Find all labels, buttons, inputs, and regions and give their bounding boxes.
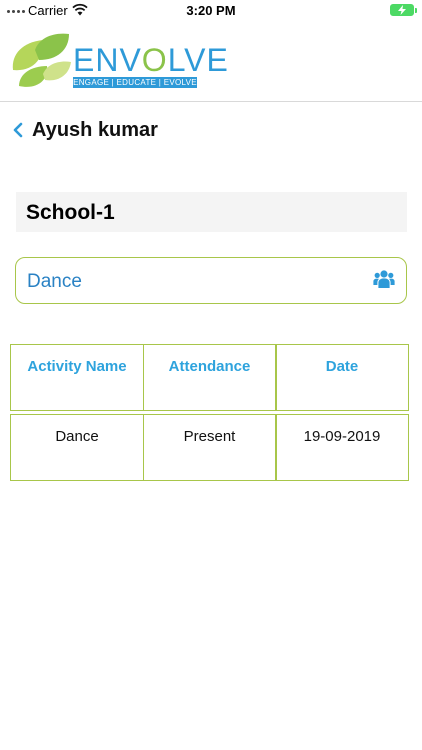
chevron-left-icon[interactable] <box>10 122 26 138</box>
back-nav[interactable]: Ayush kumar <box>10 116 158 144</box>
leaves-logo-icon <box>12 33 71 87</box>
column-header-date: Date <box>275 344 409 411</box>
cell-attendance: Present <box>142 414 277 481</box>
school-panel: School-1 <box>16 192 407 232</box>
activity-selected-value: Dance <box>27 271 82 292</box>
clock: 3:20 PM <box>186 3 236 18</box>
column-header-activity-name: Activity Name <box>10 344 144 411</box>
column-header-attendance: Attendance <box>142 344 277 411</box>
table-row: Dance Present 19-09-2019 <box>10 414 412 481</box>
group-icon[interactable] <box>373 268 395 290</box>
app-header: ENVOLVE ENGAGE | EDUCATE | EVOLVE <box>0 22 422 102</box>
school-name: School-1 <box>26 201 115 224</box>
cell-activity-name: Dance <box>10 414 144 481</box>
battery-charging-icon <box>390 4 417 16</box>
logo-tagline: ENGAGE | EDUCATE | EVOLVE <box>73 77 197 88</box>
student-name-title: Ayush kumar <box>32 118 158 141</box>
activity-dropdown[interactable]: Dance <box>15 257 407 304</box>
table-header-row: Activity Name Attendance Date <box>10 344 412 411</box>
cell-date: 19-09-2019 <box>275 414 409 481</box>
logo-wordmark: ENVOLVE <box>73 42 229 78</box>
status-bar: Carrier 3:20 PM <box>0 0 422 22</box>
